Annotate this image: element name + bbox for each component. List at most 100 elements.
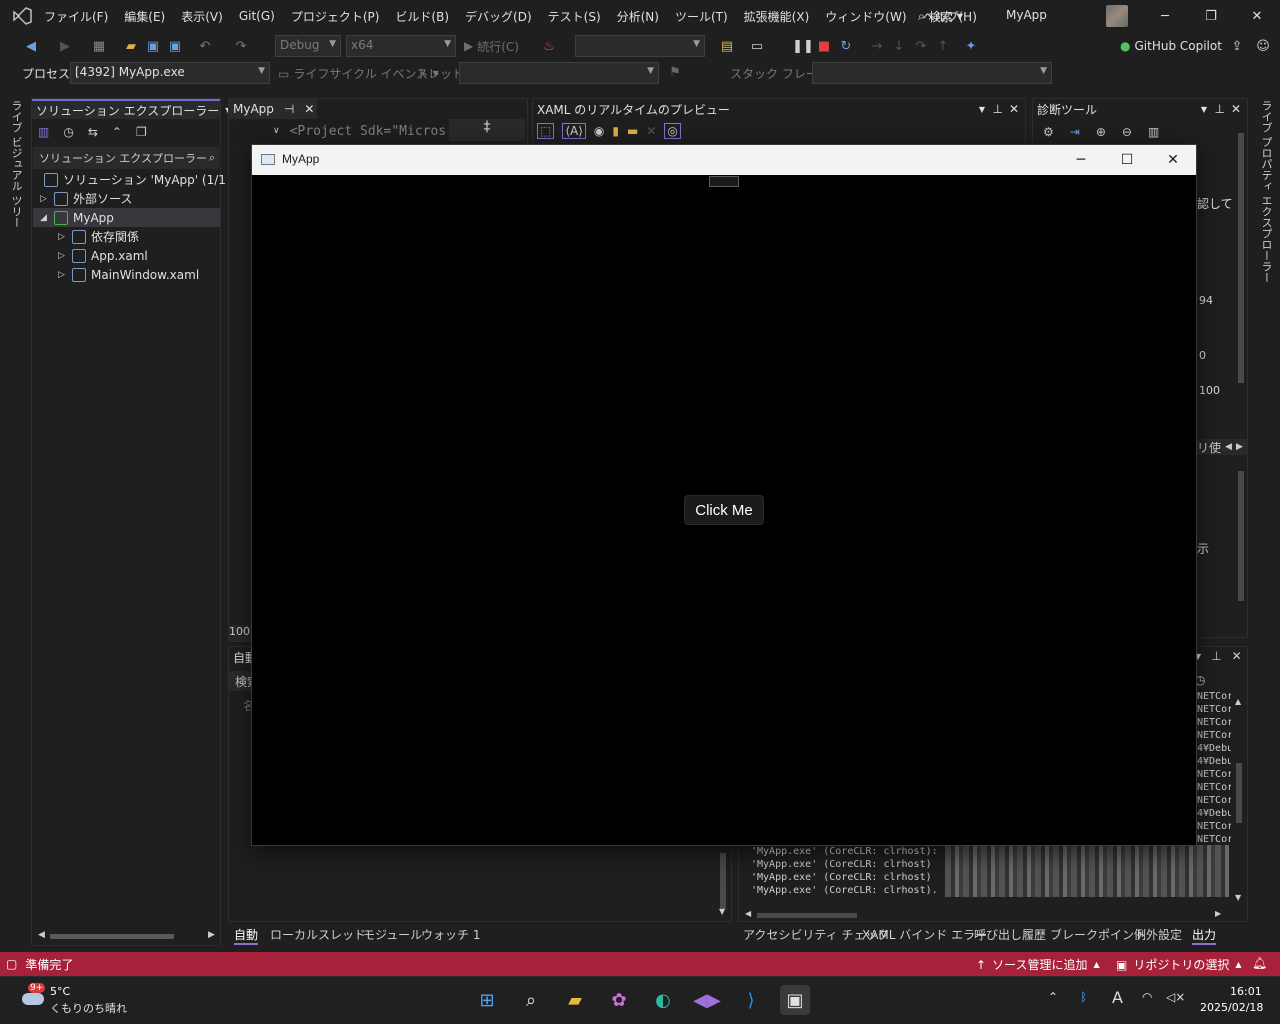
chart-icon[interactable]: ▥: [1148, 125, 1159, 139]
platform-select[interactable]: x64 ▼: [346, 35, 456, 57]
tab-watch-1[interactable]: ウォッチ 1: [421, 926, 480, 943]
tab-call-stack[interactable]: 呼び出し履歴: [974, 926, 1046, 943]
close-icon[interactable]: ✕: [1232, 649, 1242, 663]
close-icon[interactable]: ✕: [304, 102, 314, 116]
weather-icon[interactable]: 9+: [18, 983, 46, 1009]
chevron-down-icon[interactable]: ▼: [979, 105, 985, 114]
display-adorners-icon[interactable]: ⟨A⟩: [562, 123, 586, 139]
eye-icon[interactable]: ◎: [664, 123, 681, 139]
save-icon[interactable]: ▣: [144, 37, 162, 55]
tree-item-solution[interactable]: ソリューション 'MyApp' (1/1 のプ: [44, 170, 254, 189]
weather-temp[interactable]: 5°C: [50, 985, 70, 998]
pin-icon[interactable]: ⊥: [1211, 649, 1221, 663]
flag-icon[interactable]: ⚑: [666, 63, 684, 81]
process-select[interactable]: [4392] MyApp.exe ▼: [70, 62, 270, 84]
zoom-out-icon[interactable]: ⊖: [1122, 125, 1132, 139]
avatar[interactable]: [1106, 5, 1128, 27]
track-focus-icon[interactable]: ◉: [594, 124, 604, 138]
step-into-icon[interactable]: ↓: [890, 37, 908, 55]
diag-memory-tab[interactable]: リ使 ◀ ▶: [1197, 439, 1247, 455]
weather-desc[interactable]: くもりのち晴れ: [50, 1000, 127, 1016]
stackframe-select[interactable]: ▼: [812, 62, 1052, 84]
tree-item-dependencies[interactable]: ▷ 依存関係: [58, 227, 139, 246]
zoom-level[interactable]: 100: [229, 625, 251, 641]
collapse-icon[interactable]: ∨: [273, 126, 280, 136]
close-icon[interactable]: ✕: [1009, 102, 1019, 116]
new-item-icon[interactable]: ▦: [90, 37, 108, 55]
switch-views-icon[interactable]: ▥: [38, 125, 49, 139]
select-element-icon[interactable]: ⬚: [537, 123, 555, 139]
hot-reload-icon[interactable]: ♨: [540, 37, 558, 55]
chevron-down-icon[interactable]: ▼: [1201, 105, 1207, 114]
tree-item-app-xaml[interactable]: ▷ App.xaml: [58, 246, 148, 265]
search-box[interactable]: ⌕ 検索 ▼: [918, 6, 963, 26]
share-icon[interactable]: ⇪: [1228, 37, 1246, 55]
restore-button[interactable]: ❐: [1188, 0, 1234, 32]
tab-breakpoints[interactable]: ブレークポイント: [1050, 926, 1146, 943]
step-over-icon[interactable]: →: [868, 37, 886, 55]
open-folder-icon[interactable]: ▰: [122, 37, 140, 55]
tree-item-external-sources[interactable]: ▷ 外部ソース: [40, 189, 132, 208]
menu-build[interactable]: ビルド(B): [387, 8, 457, 25]
split-icon[interactable]: ‡: [449, 119, 525, 141]
undo-icon[interactable]: ↶: [196, 37, 214, 55]
start-icon[interactable]: ⊞: [472, 985, 502, 1015]
tab-locals[interactable]: ローカル: [270, 926, 318, 943]
minimize-button[interactable]: ─: [1142, 0, 1188, 32]
tab-output[interactable]: 出力: [1192, 926, 1217, 945]
menu-edit[interactable]: 編集(E): [116, 8, 173, 25]
continue-button[interactable]: ▶ 続行(C): [464, 37, 519, 55]
in-app-toolbar-handle[interactable]: [709, 176, 739, 187]
menu-window[interactable]: ウィンドウ(W): [817, 8, 914, 25]
tab-threads[interactable]: スレッド: [318, 926, 366, 943]
restart-icon[interactable]: ↻: [837, 37, 855, 55]
settings-gear-icon[interactable]: ⚙: [1043, 125, 1054, 139]
edge-icon[interactable]: ◐: [648, 985, 678, 1015]
show-all-files-icon[interactable]: ❐: [136, 125, 147, 139]
pin-icon[interactable]: ⊥: [1215, 102, 1225, 116]
horizontal-scrollbar[interactable]: ◀ ▶: [743, 909, 1223, 921]
repo-select-button[interactable]: ▣ リポジトリの選択 ▲: [1116, 956, 1242, 973]
click-me-button[interactable]: Click Me: [684, 495, 764, 525]
layout-icon[interactable]: ▭: [748, 37, 766, 55]
back-icon[interactable]: ◀: [22, 37, 40, 55]
notifications-bell-icon[interactable]: 🔔︎: [1252, 956, 1267, 970]
myapp-taskbar-icon[interactable]: ▣: [780, 985, 810, 1015]
pause-icon[interactable]: ❚❚: [792, 37, 814, 55]
target-select[interactable]: ▼: [575, 35, 705, 57]
binding-icon[interactable]: ▮: [612, 124, 619, 138]
redo-icon[interactable]: ↷: [232, 37, 250, 55]
tab-autos[interactable]: 自動: [234, 926, 259, 945]
tree-item-mainwindow-xaml[interactable]: ▷ MainWindow.xaml: [58, 265, 199, 284]
ruler-icon[interactable]: ▬: [627, 124, 638, 138]
bluetooth-icon[interactable]: ᛒ: [1080, 990, 1087, 1004]
tab-xaml-binding-errors[interactable]: XAML バインド エラー: [862, 926, 987, 943]
copilot-icon[interactable]: ✿: [604, 985, 634, 1015]
forward-icon[interactable]: ▶: [56, 37, 74, 55]
save-all-icon[interactable]: ▣: [166, 37, 184, 55]
chevron-up-icon[interactable]: ⌃: [1048, 990, 1058, 1004]
menu-debug[interactable]: デバッグ(D): [457, 8, 540, 25]
visual-studio-icon[interactable]: ◀▶: [692, 985, 722, 1015]
tree-item-project[interactable]: ◢ MyApp: [33, 208, 220, 227]
ime-indicator[interactable]: A: [1112, 988, 1123, 1007]
clock-time[interactable]: 16:01: [1230, 985, 1262, 998]
vertical-scrollbar[interactable]: ▼: [717, 847, 729, 921]
wifi-icon[interactable]: ◠: [1142, 990, 1152, 1004]
step-out-icon[interactable]: ↑: [934, 37, 952, 55]
live-visual-tree-tab[interactable]: ライブ ビジュアル ツリー: [8, 100, 24, 228]
thread-select[interactable]: ▼: [459, 62, 659, 84]
diagnostic-icon[interactable]: ✦: [962, 37, 980, 55]
feedback-icon[interactable]: ☺: [1254, 37, 1272, 55]
history-icon[interactable]: ◷: [63, 125, 73, 139]
menu-test[interactable]: テスト(S): [540, 8, 609, 25]
vertical-scrollbar[interactable]: ▲ ▼: [1233, 697, 1245, 903]
clock-date[interactable]: 2025/02/18: [1200, 1001, 1263, 1014]
vertical-scrollbar[interactable]: [1235, 461, 1247, 631]
horizontal-scrollbar[interactable]: ◀ ▶: [34, 929, 218, 943]
tab-exception-settings[interactable]: 例外設定: [1134, 926, 1182, 943]
config-select[interactable]: Debug ▼: [275, 35, 341, 57]
pin-icon[interactable]: ⊣: [284, 102, 294, 116]
source-control-button[interactable]: ↑ ソース管理に追加 ▲: [976, 956, 1100, 973]
close-preview-icon[interactable]: ✕: [646, 124, 656, 138]
